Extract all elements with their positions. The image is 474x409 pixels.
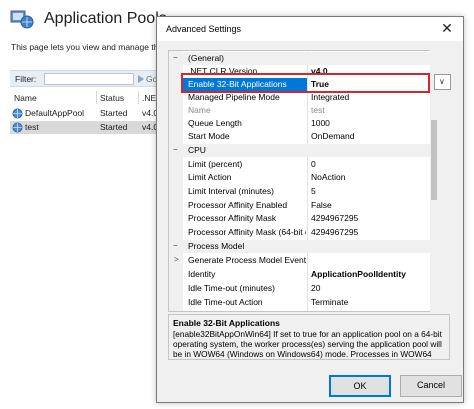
property-row[interactable]: > Generate Process Model Event L xyxy=(169,254,437,267)
cancel-button[interactable]: Cancel xyxy=(400,375,462,397)
description-panel: Enable 32-Bit Applications [enable32BitA… xyxy=(168,314,450,360)
application-pools-icon xyxy=(10,10,34,29)
go-arrow-icon xyxy=(138,75,144,83)
category-process-model[interactable]: − Process Model xyxy=(169,240,437,253)
column-separator xyxy=(96,91,97,104)
value-dropdown-button[interactable]: ∨ xyxy=(434,74,451,90)
property-row-selected[interactable]: Enable 32-Bit Applications True xyxy=(169,78,437,91)
app-pool-icon xyxy=(12,122,23,133)
property-name: Idle Time-out Action xyxy=(188,297,263,307)
property-name: Generate Process Model Event L xyxy=(188,255,306,265)
go-button[interactable]: Go xyxy=(138,74,157,84)
property-name: Identity xyxy=(188,269,216,279)
property-value: False xyxy=(311,200,332,210)
property-row[interactable]: Limit (percent) 0 xyxy=(169,158,437,171)
property-row[interactable]: .NET CLR Version v4.0 xyxy=(169,65,437,78)
pool-status: Started xyxy=(100,122,128,132)
property-value: 0 xyxy=(311,159,316,169)
property-value: ApplicationPoolIdentity xyxy=(311,269,406,279)
property-name: Processor Affinity Mask xyxy=(188,213,277,223)
property-row[interactable]: Queue Length 1000 xyxy=(169,117,437,130)
pool-name: test xyxy=(25,122,39,132)
scrollbar-thumb[interactable] xyxy=(431,120,437,200)
column-header-status[interactable]: Status xyxy=(100,93,124,103)
dialog-titlebar[interactable]: Advanced Settings ✕ xyxy=(157,17,463,41)
close-icon[interactable]: ✕ xyxy=(436,19,458,37)
property-value: 4294967295 xyxy=(311,213,359,223)
property-name: Start Mode xyxy=(188,131,230,141)
property-value: 5 xyxy=(311,186,316,196)
expand-chevron-icon[interactable]: > xyxy=(174,255,179,264)
property-row[interactable]: Name test xyxy=(169,104,437,117)
property-value: NoAction xyxy=(311,172,346,182)
property-value: v4.0 xyxy=(311,66,328,76)
collapse-icon[interactable]: − xyxy=(173,53,178,62)
property-row[interactable]: Managed Pipeline Mode Integrated xyxy=(169,91,437,104)
description-title: Enable 32-Bit Applications xyxy=(173,318,280,328)
column-separator xyxy=(138,91,139,104)
category-general[interactable]: − (General) xyxy=(169,52,437,65)
chevron-down-icon: ∨ xyxy=(439,77,445,86)
collapse-icon[interactable]: − xyxy=(173,241,178,250)
pool-row-defaultapppool[interactable]: DefaultAppPool Started v4.0 xyxy=(10,107,162,120)
filter-label: Filter: xyxy=(15,74,37,84)
page-title: Application Pools xyxy=(44,10,167,27)
property-value: OnDemand xyxy=(311,131,355,141)
property-name: Idle Time-out (minutes) xyxy=(188,283,275,293)
property-name: Limit (percent) xyxy=(188,159,243,169)
property-name: Limit Interval (minutes) xyxy=(188,186,274,196)
property-name: Name xyxy=(188,105,211,115)
property-value: Terminate xyxy=(311,297,349,307)
property-grid: − (General) .NET CLR Version v4.0 Enable… xyxy=(168,50,438,312)
category-label: CPU xyxy=(188,145,206,155)
property-name: Processor Affinity Mask (64-bit o xyxy=(188,227,306,237)
property-name: Limit Action xyxy=(188,172,232,182)
property-row[interactable]: Idle Time-out (minutes) 20 xyxy=(169,282,437,295)
property-value: test xyxy=(311,105,325,115)
property-value[interactable]: True xyxy=(311,79,435,89)
column-header-name[interactable]: Name xyxy=(14,93,37,103)
property-value: 1000 xyxy=(311,118,330,128)
property-name: Queue Length xyxy=(188,118,242,128)
property-row[interactable]: Processor Affinity Enabled False xyxy=(169,199,437,212)
property-row[interactable]: Start Mode OnDemand xyxy=(169,130,437,143)
property-value: 4294967295 xyxy=(311,227,359,237)
category-label: (General) xyxy=(188,53,224,63)
pool-status: Started xyxy=(100,108,128,118)
property-value: 20 xyxy=(311,283,321,293)
pool-name: DefaultAppPool xyxy=(25,108,85,118)
property-name: Enable 32-Bit Applications xyxy=(188,79,287,89)
ok-button[interactable]: OK xyxy=(329,375,391,397)
property-row[interactable]: Limit Action NoAction xyxy=(169,171,437,184)
category-label: Process Model xyxy=(188,241,245,251)
page-description: This page lets you view and manage the l… xyxy=(11,42,161,52)
property-row[interactable]: Idle Time-out Action Terminate xyxy=(169,296,437,309)
property-name: .NET CLR Version xyxy=(188,66,258,76)
property-row[interactable]: Processor Affinity Mask 4294967295 xyxy=(169,212,437,225)
description-text: [enable32BitAppOnWin64] If set to true f… xyxy=(173,329,442,359)
category-cpu[interactable]: − CPU xyxy=(169,144,437,157)
dialog-title: Advanced Settings xyxy=(166,24,242,34)
app-pool-icon xyxy=(12,108,23,119)
advanced-settings-dialog: Advanced Settings ✕ − (General) .NET CLR… xyxy=(156,16,464,403)
property-row[interactable]: Limit Interval (minutes) 5 xyxy=(169,185,437,198)
property-name: Processor Affinity Enabled xyxy=(188,200,288,210)
filter-input[interactable] xyxy=(44,73,134,85)
property-row[interactable]: Identity ApplicationPoolIdentity xyxy=(169,268,437,281)
property-value: Integrated xyxy=(311,92,350,102)
filter-bar: Filter: Go xyxy=(10,70,162,87)
collapse-icon[interactable]: − xyxy=(173,145,178,154)
pool-row-test[interactable]: test Started v4.0 xyxy=(10,121,162,134)
property-name: Managed Pipeline Mode xyxy=(188,92,280,102)
property-row[interactable]: Processor Affinity Mask (64-bit o 429496… xyxy=(169,226,437,239)
